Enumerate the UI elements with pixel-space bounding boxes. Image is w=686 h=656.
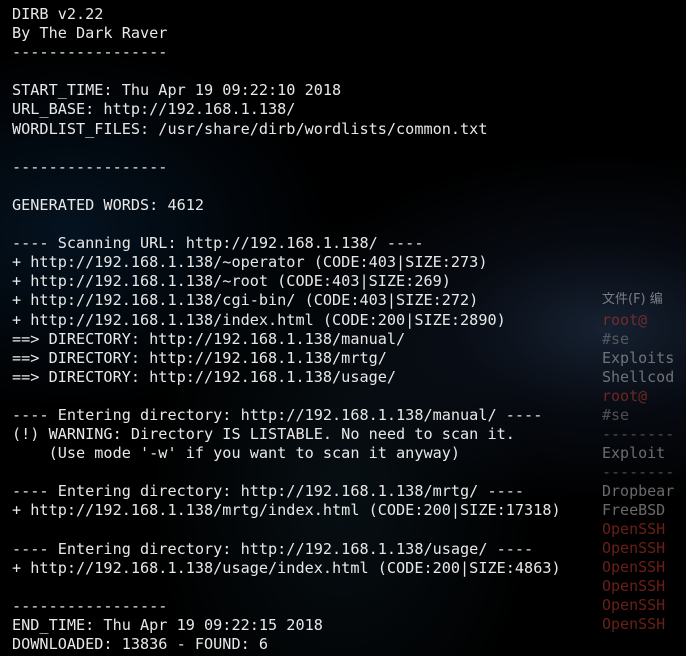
- background-line: Exploits: [602, 349, 675, 367]
- background-line: --------: [602, 425, 675, 443]
- background-line: root@: [602, 311, 648, 329]
- terminal-line: + http://192.168.1.138/index.html (CODE:…: [12, 310, 506, 329]
- terminal-line: ---- Scanning URL: http://192.168.1.138/…: [12, 234, 424, 253]
- terminal-line: (!) WARNING: Directory IS LISTABLE. No n…: [12, 425, 515, 444]
- terminal-line: -----------------: [12, 43, 168, 62]
- terminal-line: + http://192.168.1.138/mrtg/index.html (…: [12, 501, 561, 520]
- terminal-line: ==> DIRECTORY: http://192.168.1.138/mrtg…: [12, 348, 387, 367]
- terminal-line: ---- Entering directory: http://192.168.…: [12, 539, 534, 558]
- terminal-line: + http://192.168.1.138/cgi-bin/ (CODE:40…: [12, 291, 479, 310]
- background-menu-bar: 文件(F) 编: [602, 292, 663, 307]
- terminal-line: ---- Entering directory: http://192.168.…: [12, 405, 543, 424]
- terminal-line: (Use mode '-w' if you want to scan it an…: [12, 444, 461, 463]
- background-line: OpenSSH: [602, 596, 666, 614]
- terminal-line: By The Dark Raver: [12, 24, 168, 43]
- terminal-line: ==> DIRECTORY: http://192.168.1.138/usag…: [12, 367, 397, 386]
- terminal-line: + http://192.168.1.138/~operator (CODE:4…: [12, 253, 488, 272]
- terminal-line: DIRB v2.22: [12, 5, 104, 23]
- background-line: OpenSSH: [602, 539, 666, 557]
- background-line: OpenSSH: [602, 558, 666, 576]
- background-output: root@ #se Exploits Shellcod root@ #se --------…: [602, 311, 686, 634]
- background-line: Exploit: [602, 444, 666, 462]
- terminal-line: ==> DIRECTORY: http://192.168.1.138/manu…: [12, 329, 406, 348]
- terminal-line: ---- Entering directory: http://192.168.…: [12, 482, 525, 501]
- terminal-line: WORDLIST_FILES: /usr/share/dirb/wordlist…: [12, 119, 488, 138]
- background-line: FreeBSD: [602, 501, 666, 519]
- background-line: OpenSSH: [602, 615, 666, 633]
- background-line: Dropbear: [602, 482, 675, 500]
- background-line: --------: [602, 463, 675, 481]
- background-terminal-window: 文件(F) 编 root@ #se Exploits Shellcod root@ #se…: [602, 290, 686, 656]
- terminal-line: + http://192.168.1.138/usage/index.html …: [12, 558, 561, 577]
- terminal-line: + http://192.168.1.138/~root (CODE:403|S…: [12, 272, 451, 291]
- terminal-line: END_TIME: Thu Apr 19 09:22:15 2018: [12, 616, 323, 634]
- terminal-output[interactable]: DIRB v2.22 By The Dark Raver -------------…: [12, 5, 561, 654]
- terminal-line: START_TIME: Thu Apr 19 09:22:10 2018: [12, 81, 342, 100]
- background-line: Shellcod: [602, 368, 675, 386]
- terminal-window[interactable]: 文件(F) 编 root@ #se Exploits Shellcod root@ #se…: [0, 0, 686, 656]
- terminal-line: -----------------: [12, 596, 168, 615]
- background-line: #se: [602, 406, 630, 424]
- background-line: OpenSSH: [602, 520, 666, 538]
- background-line: root@: [602, 387, 648, 405]
- terminal-line: GENERATED WORDS: 4612: [12, 195, 205, 214]
- terminal-line: DOWNLOADED: 13836 - FOUND: 6: [12, 635, 269, 654]
- background-line: OpenSSH: [602, 577, 666, 595]
- terminal-line: -----------------: [12, 157, 168, 176]
- terminal-line: URL_BASE: http://192.168.1.138/: [12, 100, 296, 119]
- background-line: #se: [602, 330, 630, 348]
